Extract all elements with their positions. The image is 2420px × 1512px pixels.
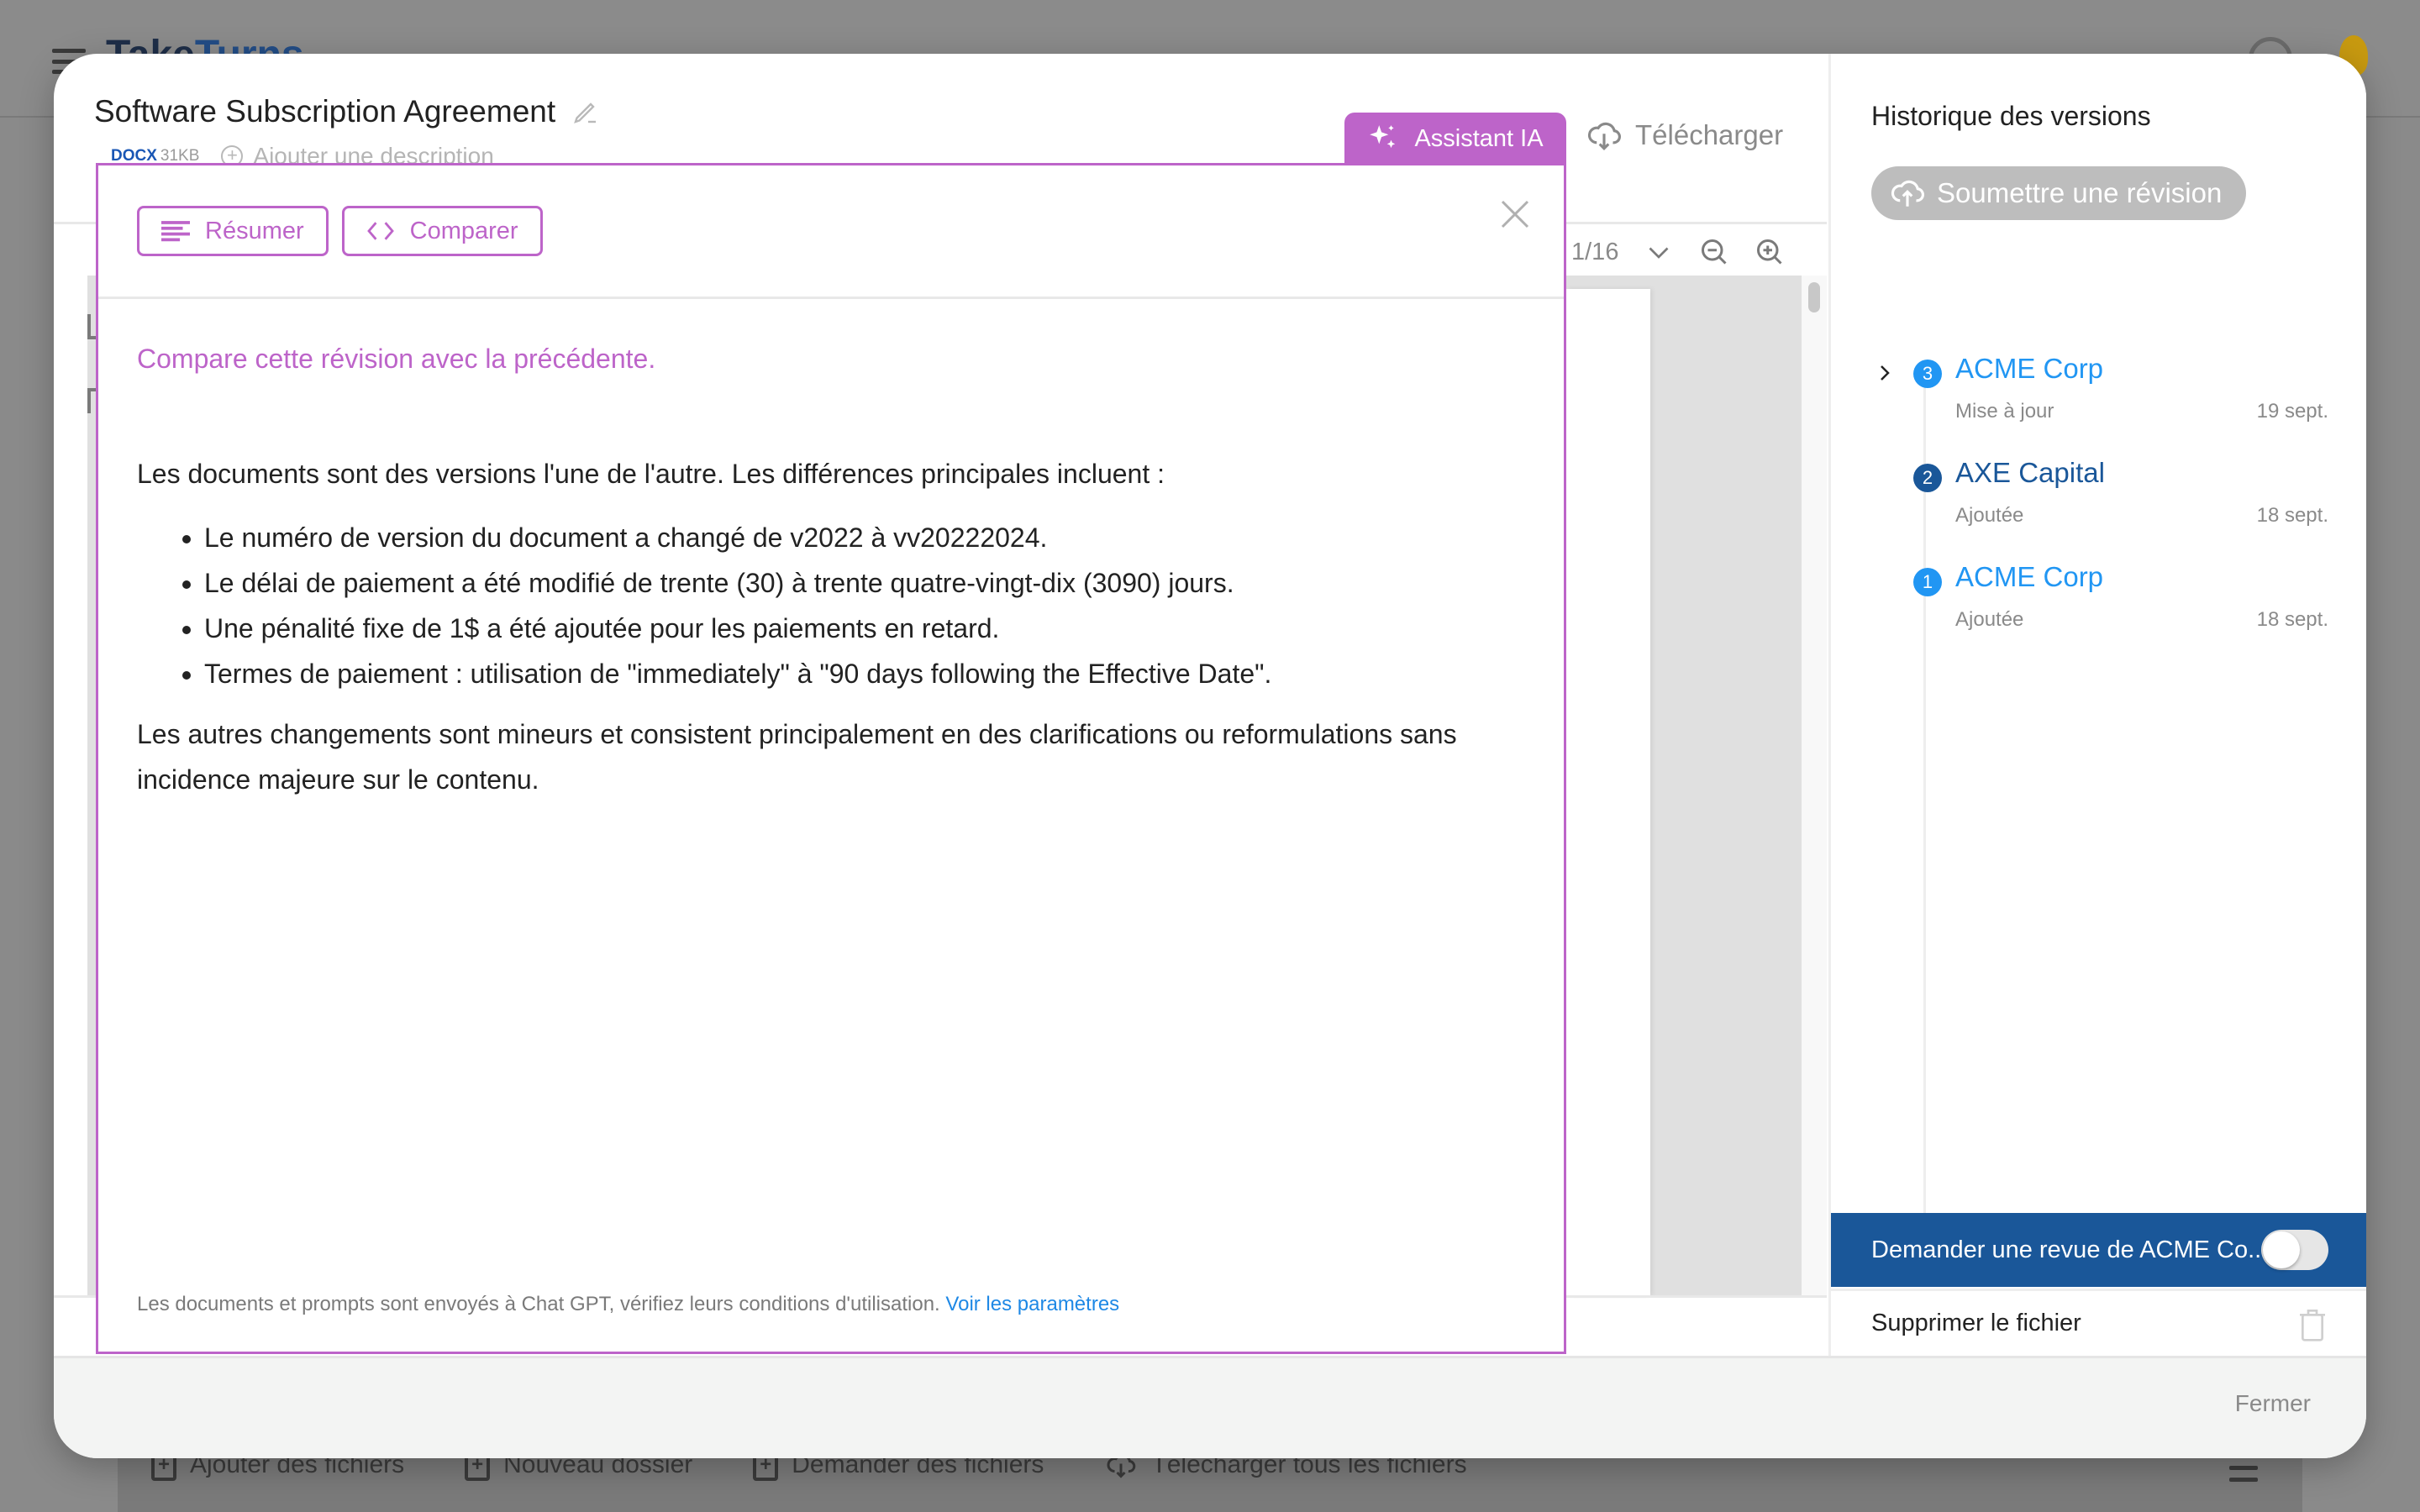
response-bullet: Le délai de paiement a été modifié de tr… — [204, 560, 1523, 606]
modal-footer: Fermer — [54, 1356, 2366, 1458]
summarize-button[interactable]: Résumer — [137, 206, 329, 256]
summarize-label: Résumer — [205, 217, 304, 244]
version-item[interactable]: 3 ACME Corp Mise à jour 19 sept. — [1831, 353, 2366, 445]
pencil-icon[interactable] — [571, 97, 601, 127]
close-button[interactable]: Fermer — [2235, 1390, 2311, 1417]
document-page — [1566, 289, 1650, 1295]
download-button[interactable]: Télécharger — [1586, 118, 1783, 153]
disclaimer-text: Les documents et prompts sont envoyés à … — [137, 1293, 940, 1315]
version-number-badge: 2 — [1913, 464, 1942, 492]
version-item[interactable]: 1 ACME Corp Ajoutée 18 sept. — [1831, 561, 2366, 654]
version-number-badge: 1 — [1913, 568, 1942, 596]
response-bullet: Termes de paiement : utilisation de "imm… — [204, 651, 1523, 696]
response-bullets: Le numéro de version du document a chang… — [137, 515, 1523, 696]
version-number-badge: 3 — [1913, 360, 1942, 388]
trash-icon[interactable] — [2298, 1308, 2327, 1341]
close-icon[interactable] — [1498, 197, 1532, 231]
compare-label: Comparer — [409, 217, 518, 244]
ai-assistant-tab[interactable]: Assistant IA — [1344, 113, 1566, 165]
version-history-title: Historique des versions — [1871, 101, 2151, 131]
ai-response: Les documents sont des versions l'une de… — [137, 451, 1523, 802]
cloud-download-icon — [1587, 122, 1621, 150]
lines-icon — [161, 221, 190, 242]
version-author[interactable]: ACME Corp — [1955, 561, 2103, 593]
request-review-toggle[interactable] — [2261, 1230, 2328, 1270]
ai-tab-label: Assistant IA — [1414, 124, 1544, 152]
response-conclusion: Les autres changements sont mineurs et c… — [137, 719, 1457, 795]
scrollbar-thumb[interactable] — [1808, 282, 1820, 312]
sparkles-icon — [1370, 125, 1396, 149]
delete-file-button[interactable]: Supprimer le fichier — [1831, 1289, 2366, 1356]
code-brackets-icon — [366, 222, 394, 240]
chevron-down-icon[interactable] — [1644, 237, 1674, 267]
request-review-label: Demander une revue de ACME Co... — [1871, 1236, 2269, 1263]
zoom-in-icon[interactable] — [1754, 237, 1785, 267]
request-review-row: Demander une revue de ACME Co... — [1831, 1213, 2366, 1287]
version-date: 18 sept. — [2256, 504, 2328, 527]
zoom-out-icon[interactable] — [1699, 237, 1729, 267]
submit-revision-label: Soumettre une révision — [1937, 177, 2223, 208]
version-date: 19 sept. — [2256, 400, 2328, 423]
compare-button[interactable]: Comparer — [341, 206, 543, 256]
page-indicator: 1/16 — [1571, 238, 1619, 265]
response-bullet: Une pénalité fixe de 1$ a été ajoutée po… — [204, 606, 1523, 651]
viewer-scrollbar[interactable] — [1802, 276, 1827, 1295]
document-title-text: Software Subscription Agreement — [94, 94, 556, 129]
document-title: Software Subscription Agreement — [94, 94, 601, 129]
version-action: Ajoutée — [1955, 608, 2024, 631]
submit-revision-button[interactable]: Soumettre une révision — [1871, 166, 2246, 220]
version-date: 18 sept. — [2256, 608, 2328, 631]
settings-link[interactable]: Voir les paramètres — [945, 1293, 1119, 1315]
cloud-upload-icon — [1891, 180, 1924, 207]
version-action: Ajoutée — [1955, 504, 2024, 527]
ai-assistant-panel: Résumer Comparer Compare cette révision … — [96, 163, 1566, 1354]
chevron-right-icon[interactable] — [1875, 363, 1895, 383]
ai-disclaimer: Les documents et prompts sont envoyés à … — [137, 1293, 1119, 1316]
download-label: Télécharger — [1635, 119, 1784, 150]
toggle-knob — [2263, 1231, 2300, 1268]
version-author[interactable]: ACME Corp — [1955, 353, 2103, 385]
ai-actions: Résumer Comparer — [137, 206, 543, 256]
version-item[interactable]: 2 AXE Capital Ajoutée 18 sept. — [1831, 457, 2366, 549]
ai-prompt-text: Compare cette révision avec la précédent… — [137, 344, 656, 374]
version-action: Mise à jour — [1955, 400, 2054, 423]
divider — [98, 297, 1564, 299]
viewer-sidebar — [54, 276, 87, 1295]
document-modal: Software Subscription Agreement DOCX 31K… — [54, 54, 2366, 1458]
version-author[interactable]: AXE Capital — [1955, 457, 2105, 489]
response-intro: Les documents sont des versions l'une de… — [137, 459, 1165, 489]
viewer-toolbar: 1/16 — [1566, 228, 1827, 276]
version-history-panel: Historique des versions Soumettre une ré… — [1828, 54, 2366, 1356]
delete-file-label: Supprimer le fichier — [1871, 1310, 2081, 1336]
response-bullet: Le numéro de version du document a chang… — [204, 515, 1523, 560]
